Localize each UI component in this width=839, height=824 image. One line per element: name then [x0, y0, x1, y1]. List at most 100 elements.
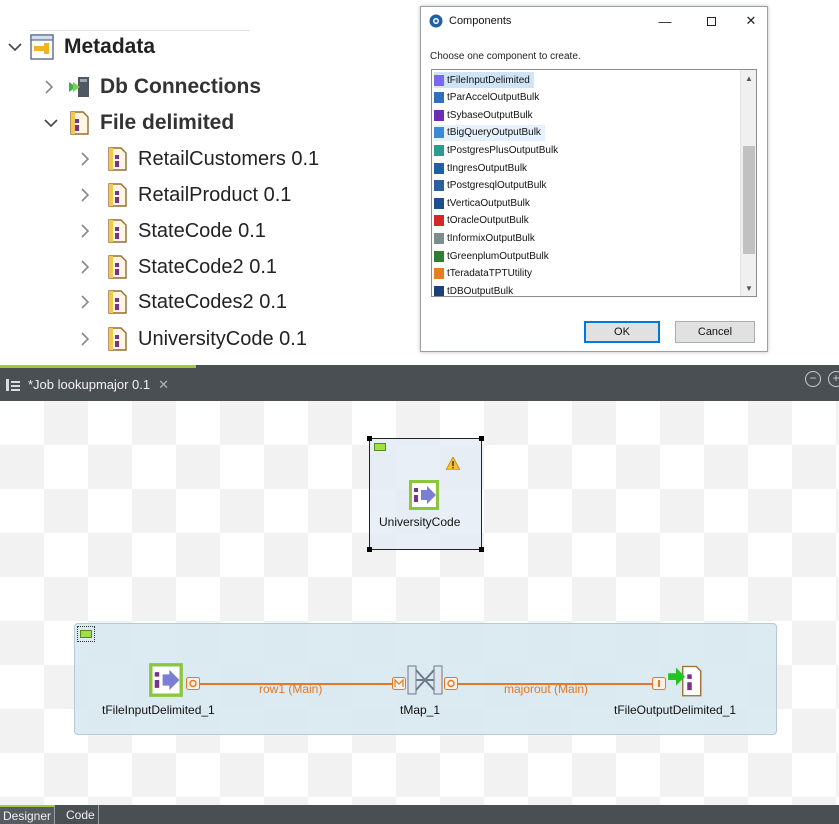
component-list-item[interactable]: tInformixOutputBulk — [434, 230, 539, 246]
tree-item-file[interactable]: RetailCustomers 0.1 — [80, 147, 319, 171]
chevron-down-icon[interactable] — [44, 118, 62, 128]
chevron-right-icon[interactable] — [44, 80, 62, 94]
maximize-view-icon[interactable]: + — [828, 371, 839, 387]
tree-item-file[interactable]: StateCodes2 0.1 — [80, 290, 287, 314]
tree-item-label: RetailCustomers 0.1 — [138, 147, 320, 170]
file-delimited-icon — [106, 219, 128, 243]
code-tab[interactable]: Code — [63, 805, 99, 824]
component-list-item[interactable]: tTeradataTPTUtility — [434, 266, 536, 282]
tree-item-file[interactable]: RetailProduct 0.1 — [80, 183, 291, 207]
tree-node-file-delimited[interactable]: File delimited — [44, 111, 234, 135]
tree-item-label: RetailProduct 0.1 — [138, 183, 292, 206]
chevron-right-icon[interactable] — [80, 188, 98, 202]
tmap-component-icon[interactable] — [407, 664, 443, 701]
component-icon — [434, 197, 444, 209]
file-output-component-icon[interactable] — [667, 662, 703, 703]
component-icon — [434, 215, 444, 227]
component-list-item[interactable]: tGreenplumOutputBulk — [434, 248, 553, 264]
talend-app-icon — [429, 14, 443, 28]
chevron-down-icon[interactable] — [8, 42, 26, 52]
chevron-right-icon[interactable] — [80, 260, 98, 274]
component-list-item-label: tPostgresPlusOutputBulk — [447, 144, 559, 156]
component-list-item[interactable]: tPostgresPlusOutputBulk — [434, 142, 562, 158]
designer-canvas[interactable]: UniversityCode tFileInputDelimited_1 row… — [0, 401, 839, 805]
chevron-right-icon[interactable] — [80, 152, 98, 166]
file-input-component-icon[interactable] — [148, 662, 184, 703]
input-connector-icon[interactable] — [392, 677, 406, 695]
close-icon: ✕ — [745, 13, 757, 28]
tree-item-label: StateCode2 0.1 — [138, 255, 277, 278]
file-delimited-icon — [68, 111, 90, 135]
component-icon — [434, 162, 444, 174]
tree-item-file[interactable]: StateCode2 0.1 — [80, 255, 277, 279]
list-scrollbar[interactable]: ▲ ▼ — [740, 70, 756, 296]
ok-button[interactable]: OK — [584, 321, 660, 343]
component-list[interactable]: tFileInputDelimited tParAccelOutputBulk tS… — [431, 69, 757, 297]
dialog-prompt: Choose one component to create. — [430, 51, 581, 62]
component-icon — [434, 74, 444, 86]
component-label: tFileInputDelimited_1 — [102, 703, 215, 717]
tree-node-label: Db Connections — [100, 75, 261, 98]
dialog-title: Components — [449, 15, 512, 27]
job-icon — [5, 378, 21, 392]
file-delimited-icon — [106, 183, 128, 207]
metadata-folder-icon — [30, 34, 54, 60]
component-list-item[interactable]: tVerticaOutputBulk — [434, 195, 534, 211]
chevron-right-icon[interactable] — [80, 332, 98, 346]
minimize-view-icon[interactable]: − — [805, 371, 821, 387]
component-list-item-label: tDBOutputBulk — [447, 285, 514, 297]
maximize-button[interactable] — [691, 7, 731, 35]
component-list-item[interactable]: tPostgresqlOutputBulk — [434, 178, 551, 194]
cancel-button[interactable]: Cancel — [675, 321, 755, 343]
screenshot-root: Metadata Db Connections File delimited R… — [0, 0, 839, 824]
input-connector-icon[interactable] — [652, 677, 666, 695]
output-connector-icon[interactable] — [186, 677, 200, 695]
chevron-right-icon[interactable] — [80, 224, 98, 238]
scroll-up-icon[interactable]: ▲ — [741, 70, 756, 86]
component-list-item[interactable]: tOracleOutputBulk — [434, 213, 533, 229]
component-list-item[interactable]: tSybaseOutputBulk — [434, 107, 537, 123]
component-list-item[interactable]: tFileInputDelimited — [434, 72, 534, 88]
chevron-right-icon[interactable] — [80, 295, 98, 309]
editor-tab-bar: *Job lookupmajor 0.1 ✕ − + — [0, 365, 839, 401]
component-icon — [434, 285, 444, 296]
component-icon — [434, 144, 444, 156]
majorout-link-label[interactable]: majorout (Main) — [504, 682, 588, 696]
tree-node-db-connections[interactable]: Db Connections — [44, 75, 261, 99]
component-list-item[interactable]: tParAccelOutputBulk — [434, 90, 543, 106]
component-icon — [434, 109, 444, 121]
component-label: tMap_1 — [400, 703, 441, 717]
component-list-item-label: tParAccelOutputBulk — [447, 92, 540, 104]
close-tab-icon[interactable]: ✕ — [158, 377, 169, 393]
flow-links — [200, 683, 652, 685]
minimize-icon: — — [658, 13, 672, 29]
component-list-item-label: tIngresOutputBulk — [447, 162, 528, 174]
tree-node-metadata[interactable]: Metadata — [8, 34, 155, 60]
db-connections-icon — [68, 75, 90, 99]
scroll-down-icon[interactable]: ▼ — [741, 280, 756, 296]
tree-item-label: UniversityCode 0.1 — [138, 327, 307, 350]
component-list-item[interactable]: tIngresOutputBulk — [434, 160, 531, 176]
component-list-item-label: tTeradataTPTUtility — [447, 268, 533, 280]
output-connector-icon[interactable] — [444, 677, 458, 695]
tree-item-file[interactable]: UniversityCode 0.1 — [80, 327, 307, 351]
component-icon — [434, 268, 444, 280]
designer-tab[interactable]: Designer — [0, 805, 56, 824]
row1-link-label[interactable]: row1 (Main) — [259, 682, 322, 696]
tree-node-label: Metadata — [64, 35, 156, 58]
component-list-item-label: tVerticaOutputBulk — [447, 197, 530, 209]
component-list-item[interactable]: tDBOutputBulk — [434, 283, 517, 297]
component-list-item-label: tPostgresqlOutputBulk — [447, 180, 547, 192]
component-icon — [434, 92, 444, 104]
tree-item-file[interactable]: StateCode 0.1 — [80, 219, 266, 243]
component-icon — [434, 180, 444, 192]
close-button[interactable]: ✕ — [731, 7, 771, 35]
component-icon — [434, 250, 444, 262]
component-label: tFileOutputDelimited_1 — [614, 703, 737, 717]
job-tab[interactable]: *Job lookupmajor 0.1 ✕ — [0, 365, 196, 401]
minimize-button[interactable]: — — [645, 7, 685, 35]
maximize-icon — [706, 16, 716, 26]
scroll-thumb[interactable] — [743, 146, 755, 254]
component-list-item[interactable]: tBigQueryOutputBulk — [434, 124, 545, 141]
tree-item-label: StateCodes2 0.1 — [138, 290, 287, 313]
